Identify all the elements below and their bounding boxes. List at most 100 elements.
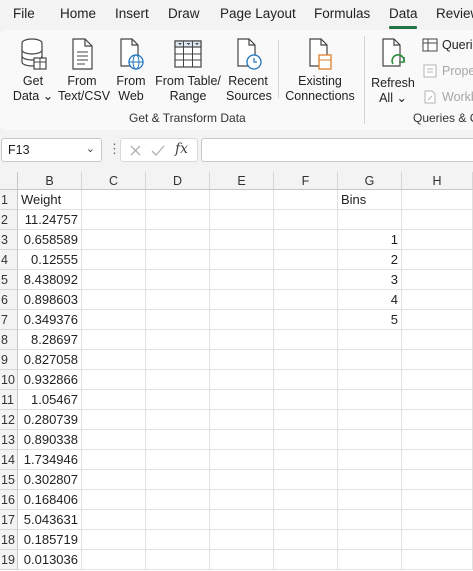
cell-h2[interactable] xyxy=(402,210,473,230)
cell-g16[interactable] xyxy=(338,490,402,510)
cell-h7[interactable] xyxy=(402,310,473,330)
cell-c3[interactable] xyxy=(82,230,146,250)
cell-g8[interactable] xyxy=(338,330,402,350)
tab-home[interactable]: Home xyxy=(60,6,96,21)
cell-g14[interactable] xyxy=(338,450,402,470)
cell-h14[interactable] xyxy=(402,450,473,470)
cell-c16[interactable] xyxy=(82,490,146,510)
cell-b6[interactable]: 0.898603 xyxy=(18,290,82,310)
cell-e9[interactable] xyxy=(210,350,274,370)
cell-h12[interactable] xyxy=(402,410,473,430)
cell-e5[interactable] xyxy=(210,270,274,290)
cell-b1[interactable]: Weight xyxy=(18,190,82,210)
cell-h16[interactable] xyxy=(402,490,473,510)
cell-e4[interactable] xyxy=(210,250,274,270)
cell-f9[interactable] xyxy=(274,350,338,370)
cell-h18[interactable] xyxy=(402,530,473,550)
queries-connections-button[interactable]: Queri xyxy=(422,38,473,52)
cell-e19[interactable] xyxy=(210,550,274,570)
from-web-button[interactable]: From Web xyxy=(112,36,150,104)
tab-draw[interactable]: Draw xyxy=(168,6,200,21)
cell-g6[interactable]: 4 xyxy=(338,290,402,310)
cell-f11[interactable] xyxy=(274,390,338,410)
cell-b10[interactable]: 0.932866 xyxy=(18,370,82,390)
column-header-c[interactable]: C xyxy=(82,172,146,190)
row-header-1[interactable]: 1 xyxy=(0,190,18,210)
row-header-17[interactable]: 17 xyxy=(0,510,18,530)
cell-d13[interactable] xyxy=(146,430,210,450)
cell-b2[interactable]: 11.24757 xyxy=(18,210,82,230)
column-header-b[interactable]: B xyxy=(18,172,82,190)
cell-d12[interactable] xyxy=(146,410,210,430)
cell-h6[interactable] xyxy=(402,290,473,310)
row-header-11[interactable]: 11 xyxy=(0,390,18,410)
cell-c7[interactable] xyxy=(82,310,146,330)
tab-review[interactable]: Review xyxy=(436,6,473,21)
cell-b16[interactable]: 0.168406 xyxy=(18,490,82,510)
cell-e13[interactable] xyxy=(210,430,274,450)
cell-c18[interactable] xyxy=(82,530,146,550)
cell-c5[interactable] xyxy=(82,270,146,290)
cell-c12[interactable] xyxy=(82,410,146,430)
cell-h9[interactable] xyxy=(402,350,473,370)
cell-d15[interactable] xyxy=(146,470,210,490)
cell-h4[interactable] xyxy=(402,250,473,270)
cell-g2[interactable] xyxy=(338,210,402,230)
row-header-7[interactable]: 7 xyxy=(0,310,18,330)
cell-f10[interactable] xyxy=(274,370,338,390)
cell-f7[interactable] xyxy=(274,310,338,330)
refresh-all-button[interactable]: Refresh All ⌄ xyxy=(370,36,416,106)
cell-g17[interactable] xyxy=(338,510,402,530)
cell-f17[interactable] xyxy=(274,510,338,530)
cell-b14[interactable]: 1.734946 xyxy=(18,450,82,470)
cell-c6[interactable] xyxy=(82,290,146,310)
row-header-13[interactable]: 13 xyxy=(0,430,18,450)
cell-d6[interactable] xyxy=(146,290,210,310)
formula-input[interactable] xyxy=(201,138,473,162)
cell-g5[interactable]: 3 xyxy=(338,270,402,290)
tab-insert[interactable]: Insert xyxy=(115,6,149,21)
cell-d11[interactable] xyxy=(146,390,210,410)
column-header-h[interactable]: H xyxy=(402,172,473,190)
from-table-range-button[interactable]: From Table/ Range xyxy=(154,36,222,104)
cell-b9[interactable]: 0.827058 xyxy=(18,350,82,370)
cell-g7[interactable]: 5 xyxy=(338,310,402,330)
cell-b17[interactable]: 5.043631 xyxy=(18,510,82,530)
cell-h8[interactable] xyxy=(402,330,473,350)
row-header-9[interactable]: 9 xyxy=(0,350,18,370)
cell-g11[interactable] xyxy=(338,390,402,410)
get-data-button[interactable]: Get Data ⌄ xyxy=(12,36,54,104)
cell-e1[interactable] xyxy=(210,190,274,210)
cell-e14[interactable] xyxy=(210,450,274,470)
cell-c11[interactable] xyxy=(82,390,146,410)
cell-e6[interactable] xyxy=(210,290,274,310)
cell-h19[interactable] xyxy=(402,550,473,570)
chevron-down-icon[interactable]: ⌄ xyxy=(86,142,95,155)
cell-f15[interactable] xyxy=(274,470,338,490)
cell-d10[interactable] xyxy=(146,370,210,390)
row-header-16[interactable]: 16 xyxy=(0,490,18,510)
tab-page-layout[interactable]: Page Layout xyxy=(220,6,296,21)
cell-d4[interactable] xyxy=(146,250,210,270)
cell-f8[interactable] xyxy=(274,330,338,350)
cancel-icon[interactable] xyxy=(129,144,142,157)
tab-formulas[interactable]: Formulas xyxy=(314,6,370,21)
row-header-12[interactable]: 12 xyxy=(0,410,18,430)
cell-h17[interactable] xyxy=(402,510,473,530)
cell-b5[interactable]: 8.438092 xyxy=(18,270,82,290)
cell-d19[interactable] xyxy=(146,550,210,570)
cell-b4[interactable]: 0.12555 xyxy=(18,250,82,270)
cell-h10[interactable] xyxy=(402,370,473,390)
cell-b19[interactable]: 0.013036 xyxy=(18,550,82,570)
cell-h1[interactable] xyxy=(402,190,473,210)
row-header-10[interactable]: 10 xyxy=(0,370,18,390)
row-header-18[interactable]: 18 xyxy=(0,530,18,550)
cell-c14[interactable] xyxy=(82,450,146,470)
cell-g9[interactable] xyxy=(338,350,402,370)
cell-c10[interactable] xyxy=(82,370,146,390)
cell-e7[interactable] xyxy=(210,310,274,330)
cell-c4[interactable] xyxy=(82,250,146,270)
cell-c2[interactable] xyxy=(82,210,146,230)
row-header-19[interactable]: 19 xyxy=(0,550,18,570)
cell-f6[interactable] xyxy=(274,290,338,310)
